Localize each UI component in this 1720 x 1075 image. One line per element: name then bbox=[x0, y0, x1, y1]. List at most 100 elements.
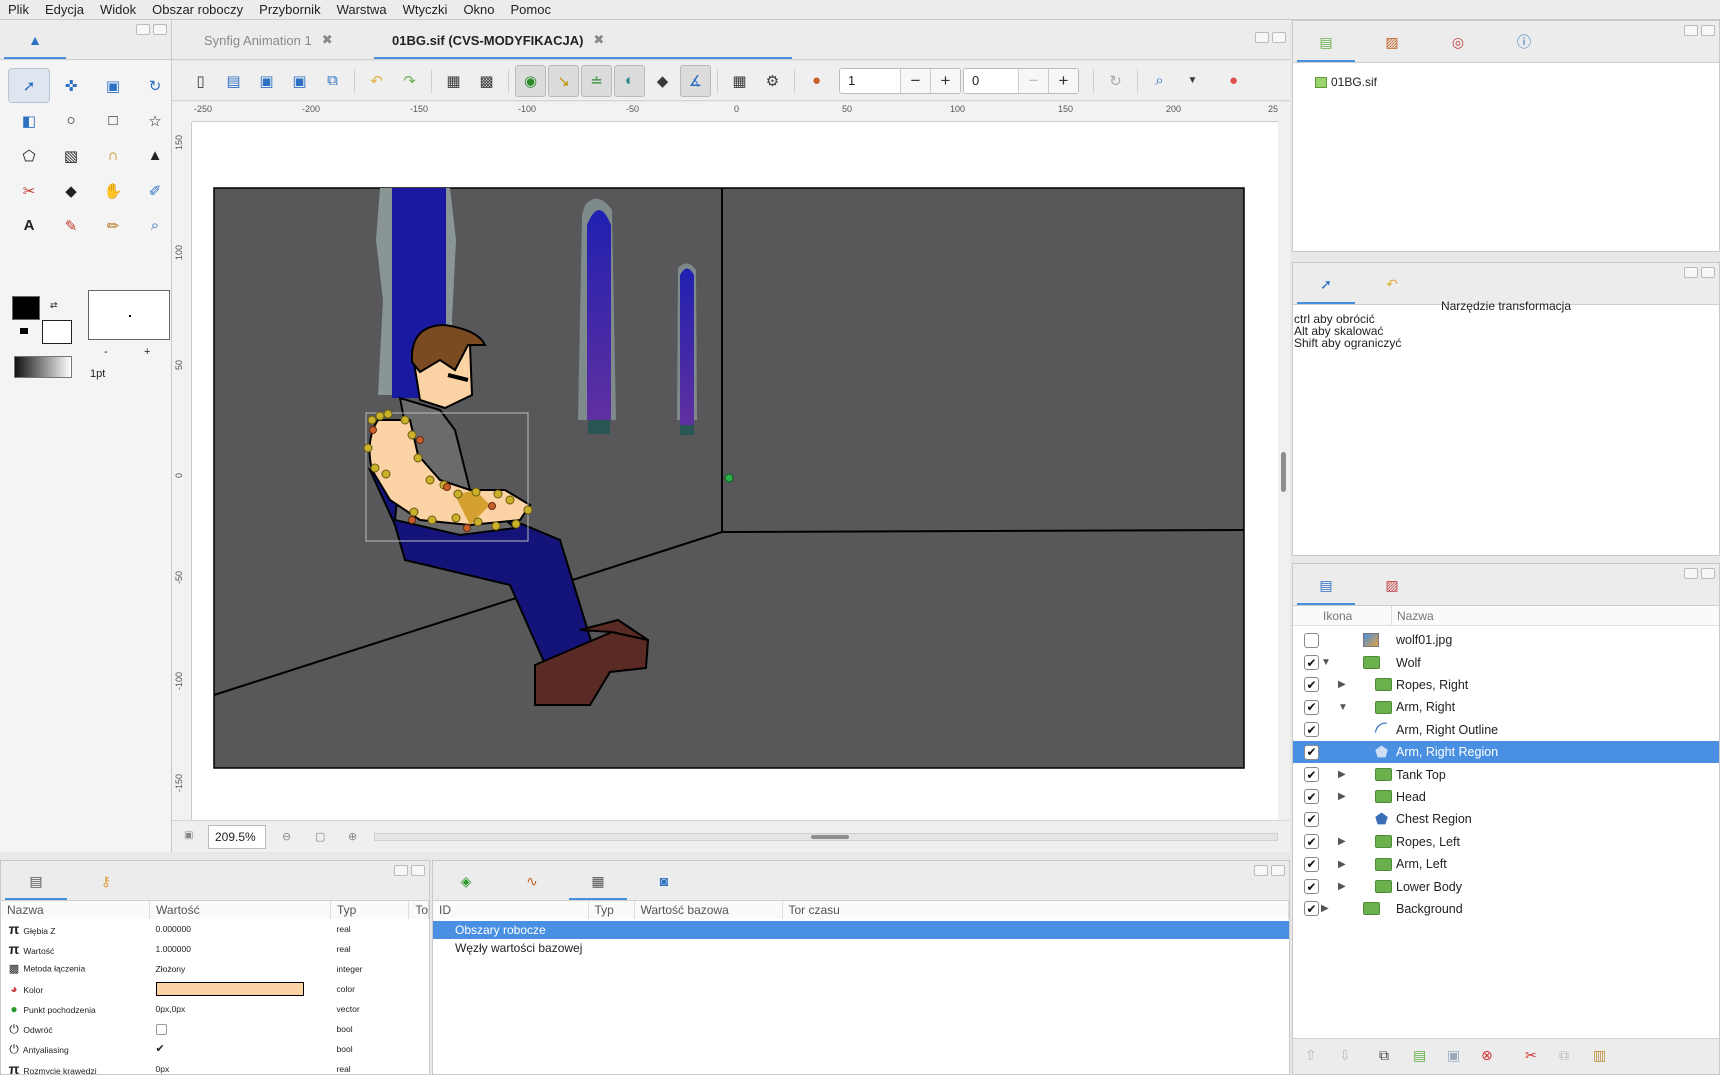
panel-minimize-button[interactable] bbox=[1684, 267, 1698, 278]
menu-item[interactable]: Edycja bbox=[37, 0, 92, 20]
col-id[interactable]: ID bbox=[433, 901, 589, 919]
duplicate-layer-icon[interactable]: ⧉ bbox=[1379, 1047, 1389, 1064]
polygon-tool-icon[interactable]: ⬠ bbox=[8, 138, 50, 173]
save-as-icon[interactable]: ▣ bbox=[283, 65, 316, 97]
show-radius-handles-icon[interactable]: ◐ bbox=[614, 64, 645, 97]
star-tool-icon[interactable]: ☆ bbox=[134, 103, 176, 138]
layer-visibility-checkbox[interactable]: ✔ bbox=[1304, 811, 1319, 827]
expand-arrow-icon[interactable]: ▶ bbox=[1321, 903, 1329, 914]
group-layer-icon[interactable]: ▤ bbox=[1413, 1047, 1426, 1064]
col-name[interactable]: Nazwa bbox=[1, 901, 151, 919]
param-row-origin[interactable]: ● Punkt pochodzenia 0px,0px vector bbox=[1, 999, 429, 1019]
param-value[interactable]: 0px bbox=[150, 1059, 331, 1074]
param-row-blend-method[interactable]: ▩ Metoda łączenia Złożony integer bbox=[1, 959, 429, 979]
close-tab-icon[interactable]: ✖ bbox=[593, 32, 604, 48]
param-row-feather[interactable]: π Rozmycie krawędzi 0px real bbox=[1, 1059, 429, 1074]
circle-tool-icon[interactable]: ○ bbox=[50, 103, 92, 138]
layer-visibility-checkbox[interactable]: ✔ bbox=[1304, 879, 1319, 895]
past-onion-value[interactable]: 1 bbox=[840, 73, 900, 88]
quality-icon[interactable]: ⌕ bbox=[1143, 65, 1176, 97]
snap-grid-icon[interactable]: ⚙ bbox=[756, 65, 789, 97]
col-value[interactable]: Wartość bbox=[149, 901, 332, 919]
brush-tool-icon[interactable]: ✏ bbox=[92, 208, 134, 243]
col-icon[interactable]: Ikona bbox=[1323, 609, 1352, 623]
eyedropper-tool-icon[interactable]: ✐ bbox=[134, 173, 176, 208]
tab-library[interactable]: ◈ bbox=[433, 861, 499, 900]
param-row-invert[interactable]: ⏻ Odwróć bool bbox=[1, 1019, 429, 1039]
tab-keyframes[interactable]: ⚷ bbox=[71, 861, 141, 900]
col-timetrack[interactable]: Tor czasu bbox=[782, 901, 1289, 919]
tab-sets[interactable]: ▨ bbox=[1359, 564, 1425, 605]
param-value[interactable]: Złożony bbox=[150, 959, 331, 979]
expand-arrow-icon[interactable]: ▶ bbox=[1338, 791, 1346, 802]
zoom-field[interactable]: 209.5% bbox=[208, 825, 266, 849]
canvas-work-area[interactable] bbox=[192, 122, 1278, 820]
menu-item[interactable]: Warstwa bbox=[329, 0, 395, 20]
open-file-icon[interactable]: ▤ bbox=[217, 65, 250, 97]
decrease-button[interactable]: − bbox=[1018, 68, 1048, 93]
param-value[interactable]: 0.000000 bbox=[150, 919, 331, 939]
scale-tool-icon[interactable]: ▣ bbox=[92, 68, 134, 103]
past-onion-spinner[interactable]: 1 − + bbox=[839, 67, 961, 94]
future-onion-spinner[interactable]: 0 − + bbox=[963, 67, 1079, 94]
canvas-vertical-scrollbar[interactable] bbox=[1278, 102, 1290, 820]
reset-colors-icon[interactable] bbox=[20, 328, 28, 334]
panel-minimize-button[interactable] bbox=[1684, 568, 1698, 579]
cutout-tool-icon[interactable]: ✂ bbox=[8, 173, 50, 208]
panel-close-button[interactable] bbox=[1271, 865, 1285, 876]
show-width-handles-icon[interactable]: ◆ bbox=[646, 65, 679, 97]
tab-curves[interactable]: ∿ bbox=[499, 861, 565, 900]
record-icon[interactable]: ● bbox=[1217, 65, 1250, 97]
layer-row[interactable]: ✔ ▶ Arm, Left bbox=[1293, 853, 1719, 875]
ungroup-layer-icon[interactable]: ▣ bbox=[1447, 1047, 1460, 1064]
raise-layer-icon[interactable]: ⇧ bbox=[1305, 1047, 1317, 1064]
undo-icon[interactable]: ↶ bbox=[360, 65, 393, 97]
layer-visibility-checkbox[interactable]: ✔ bbox=[1304, 655, 1319, 671]
panel-minimize-button[interactable] bbox=[1255, 32, 1269, 43]
show-tangent-handles-icon[interactable]: ≐ bbox=[581, 64, 612, 97]
col-type[interactable]: Typ bbox=[588, 901, 635, 919]
col-base-value[interactable]: Wartość bazowa bbox=[634, 901, 783, 919]
param-row-antialias[interactable]: ⏻ Antyaliasing ✔ bool bbox=[1, 1039, 429, 1059]
brush-size-increase-button[interactable]: + bbox=[144, 346, 150, 358]
rotate-tool-icon[interactable]: ↻ bbox=[134, 68, 176, 103]
increase-button[interactable]: + bbox=[930, 68, 960, 93]
preview-icon[interactable]: ▩ bbox=[470, 65, 503, 97]
grid-icon[interactable]: ▦ bbox=[723, 65, 756, 97]
increase-button[interactable]: + bbox=[1048, 68, 1078, 93]
canvas-horizontal-scrollbar[interactable] bbox=[374, 833, 1278, 841]
panel-minimize-button[interactable] bbox=[1684, 25, 1698, 36]
save-all-icon[interactable]: ⧉ bbox=[316, 65, 349, 97]
toggle-icon[interactable]: ▣ bbox=[184, 830, 193, 841]
save-icon[interactable]: ▣ bbox=[250, 65, 283, 97]
layer-visibility-checkbox[interactable]: ✔ bbox=[1304, 767, 1319, 783]
expand-arrow-icon[interactable]: ▶ bbox=[1338, 859, 1346, 870]
rectangle-tool-icon[interactable]: □ bbox=[92, 103, 134, 138]
new-file-icon[interactable]: ▯ bbox=[184, 65, 217, 97]
zoom-in-icon[interactable]: ⊕ bbox=[348, 830, 357, 843]
tab-vectorizer[interactable]: ▨ bbox=[1359, 21, 1425, 62]
panel-minimize-button[interactable] bbox=[1254, 865, 1268, 876]
layer-row[interactable]: ✔ ▶ Head bbox=[1293, 786, 1719, 808]
col-timetrack[interactable]: To bbox=[408, 901, 429, 919]
lower-layer-icon[interactable]: ⇩ bbox=[1339, 1047, 1351, 1064]
zoom-reset-icon[interactable]: ▢ bbox=[315, 830, 325, 843]
render-icon[interactable]: ▦ bbox=[437, 65, 470, 97]
menu-item[interactable]: Okno bbox=[455, 0, 502, 20]
sketch-tool-icon[interactable]: ✋ bbox=[92, 173, 134, 208]
tab-01bg-sif[interactable]: 01BG.sif (CVS-MODYFIKACJA) ✖ bbox=[392, 20, 604, 60]
outline-color-swatch[interactable] bbox=[12, 296, 40, 320]
menu-item[interactable]: Widok bbox=[92, 0, 144, 20]
library-row-canvases[interactable]: Obszary robocze bbox=[433, 921, 1289, 939]
layer-row[interactable]: ✔ ⬟ Chest Region bbox=[1293, 808, 1719, 830]
copy-icon[interactable]: ⧉ bbox=[1559, 1047, 1569, 1064]
layer-visibility-checkbox[interactable]: ✔ bbox=[1304, 856, 1319, 872]
library-row-value-nodes[interactable]: Węzły wartości bazowej bbox=[433, 939, 1289, 957]
onion-skin-icon[interactable]: ● bbox=[800, 65, 833, 97]
layer-visibility-checkbox[interactable]: ✔ bbox=[1304, 699, 1319, 715]
panel-close-button[interactable] bbox=[411, 865, 425, 876]
tab-layers[interactable]: ▤ bbox=[1293, 564, 1359, 605]
layer-visibility-checkbox[interactable] bbox=[1304, 632, 1319, 648]
param-row-z-depth[interactable]: π Głębia Z 0.000000 real bbox=[1, 919, 429, 939]
dropdown-arrow-icon[interactable]: ▼ bbox=[1176, 65, 1209, 97]
